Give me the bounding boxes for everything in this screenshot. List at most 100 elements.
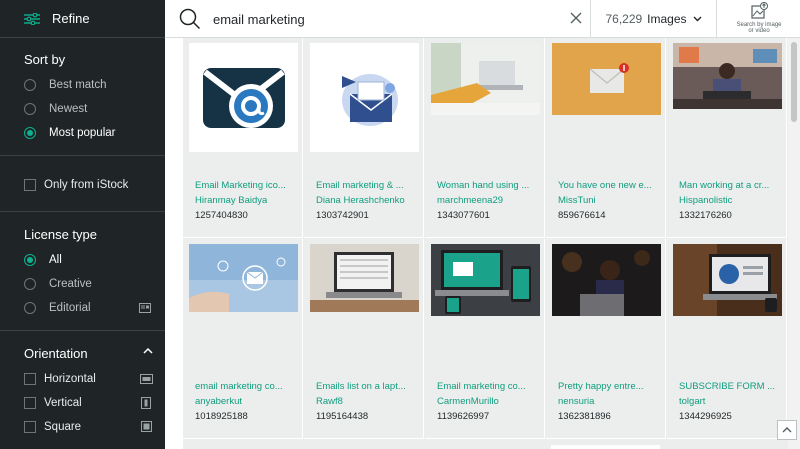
result-title[interactable]: Email Marketing ico... [195,178,299,193]
result-title[interactable]: You have one new e... [558,178,662,193]
email-marketing-devices-photo [431,244,540,316]
result-info: Emails list on a lapt... Rawf8 119516443… [316,379,420,424]
filter-sidebar: Refine Sort by Best match Newest Most po… [0,0,165,449]
checkbox-icon[interactable] [24,179,36,191]
sort-by-title: Sort by [24,52,66,67]
result-title[interactable]: Email marketing co... [437,379,541,394]
subscribe-form-photo [673,244,782,316]
result-info: Pretty happy entre... nensuria 136238189… [558,379,662,424]
back-to-top-button[interactable] [777,420,797,440]
result-info: Woman hand using ... marchmeena29 134307… [437,178,541,223]
chevron-up-icon[interactable] [143,346,153,356]
license-creative[interactable]: Creative [24,272,165,296]
result-card[interactable]: Email marketing & ... Diana Herashchenko… [304,38,424,238]
results-scrollbar[interactable] [788,38,800,449]
media-type-dropdown[interactable]: 76,229 Images [590,0,717,38]
result-author[interactable]: nensuria [558,394,662,409]
result-title[interactable]: email marketing co... [195,379,299,394]
envelope-illustration-icon [341,73,398,126]
result-title[interactable]: Pretty happy entre... [558,379,662,394]
result-card[interactable]: You have one new e... MissTuni 859676614 [546,38,666,238]
checkbox-icon[interactable] [24,373,36,385]
radio-selected-icon[interactable] [24,254,36,266]
license-type-section: License type All Creative Editorial [0,212,165,331]
search-icon[interactable] [179,8,201,30]
result-id: 1018925188 [195,411,248,422]
email-hands-laptop-photo [189,244,298,312]
result-card[interactable]: Man working at a cr... Hispanolistic 133… [667,38,787,238]
only-istock-checkbox[interactable]: Only from iStock [24,173,165,197]
radio-icon[interactable] [24,103,36,115]
sort-newest[interactable]: Newest [24,97,165,121]
radio-icon[interactable] [24,278,36,290]
result-title[interactable]: Emails list on a lapt... [316,379,420,394]
sliders-icon [24,12,40,25]
result-thumbnail[interactable] [310,43,419,152]
result-card[interactable]: Pretty happy entre... nensuria 136238189… [546,239,666,439]
result-card[interactable]: email marketing co... anyaberkut 1018925… [183,239,303,439]
result-thumbnail[interactable] [310,244,419,353]
orientation-vertical[interactable]: Vertical [24,391,165,415]
result-thumbnail[interactable] [673,43,782,152]
search-input[interactable] [213,9,553,29]
sort-by-section: Sort by Best match Newest Most popular [0,38,165,156]
result-title[interactable]: Email marketing & ... [316,178,420,193]
result-card[interactable]: Email marketing co... CarmenMurillo 1139… [425,239,545,439]
result-info: SUBSCRIBE FORM ... tolgart 1344296925 [679,379,783,424]
result-card[interactable]: Email Marketing ico... Hiranmay Baidya 1… [183,38,303,238]
radio-selected-icon[interactable] [24,127,36,139]
result-thumbnail[interactable] [189,244,298,353]
checkbox-icon[interactable] [24,397,36,409]
entrepreneur-night-photo [552,244,661,316]
license-editorial[interactable]: Editorial [24,296,165,320]
orientation-section: Orientation Horizontal Vertical Square [0,331,165,449]
sort-best-match[interactable]: Best match [24,73,165,97]
result-title[interactable]: Woman hand using ... [437,178,541,193]
next-row-thumbnail[interactable] [551,445,660,449]
result-author[interactable]: marchmeena29 [437,193,541,208]
chevron-up-icon [782,427,792,433]
result-card[interactable]: Emails list on a lapt... Rawf8 119516443… [304,239,424,439]
result-title[interactable]: Man working at a cr... [679,178,783,193]
radio-icon[interactable] [24,302,36,314]
only-istock-section: Only from iStock [0,156,165,212]
result-author[interactable]: Hiranmay Baidya [195,193,299,208]
result-info: Email Marketing ico... Hiranmay Baidya 1… [195,178,299,223]
refine-label: Refine [52,11,90,26]
result-thumbnail[interactable] [552,43,661,152]
close-icon[interactable] [569,11,583,25]
result-count: 76,229 [605,12,643,26]
result-author[interactable]: anyaberkut [195,394,299,409]
result-info: email marketing co... anyaberkut 1018925… [195,379,299,424]
checkbox-icon[interactable] [24,421,36,433]
result-author[interactable]: Hispanolistic [679,193,783,208]
result-title[interactable]: SUBSCRIBE FORM ... [679,379,783,394]
result-card[interactable]: Woman hand using ... marchmeena29 134307… [425,38,545,238]
result-thumbnail[interactable] [673,244,782,353]
orientation-square[interactable]: Square [24,415,165,439]
result-card[interactable]: SUBSCRIBE FORM ... tolgart 1344296925 [667,239,787,439]
result-id: 1303742901 [316,210,369,221]
result-author[interactable]: Rawf8 [316,394,420,409]
square-shape-icon [141,421,152,432]
vertical-shape-icon [141,397,151,409]
refine-header[interactable]: Refine [0,0,165,38]
result-author[interactable]: CarmenMurillo [437,394,541,409]
result-author[interactable]: MissTuni [558,193,662,208]
result-thumbnail[interactable] [552,244,661,353]
radio-icon[interactable] [24,79,36,91]
scrollbar-thumb[interactable] [791,42,797,122]
license-all[interactable]: All [24,248,165,272]
result-thumbnail[interactable] [189,43,298,152]
result-thumbnail[interactable] [431,244,540,353]
sort-most-popular[interactable]: Most popular [24,121,165,145]
search-by-image-button[interactable]: Search by image or video [725,2,793,36]
orientation-horizontal[interactable]: Horizontal [24,367,165,391]
result-id: 1343077601 [437,210,490,221]
editorial-info-icon [139,303,151,313]
result-thumbnail[interactable] [431,43,540,152]
result-author[interactable]: Diana Herashchenko [316,193,420,208]
result-author[interactable]: tolgart [679,394,783,409]
orientation-title[interactable]: Orientation [24,346,165,361]
result-id: 1139626997 [437,411,490,422]
